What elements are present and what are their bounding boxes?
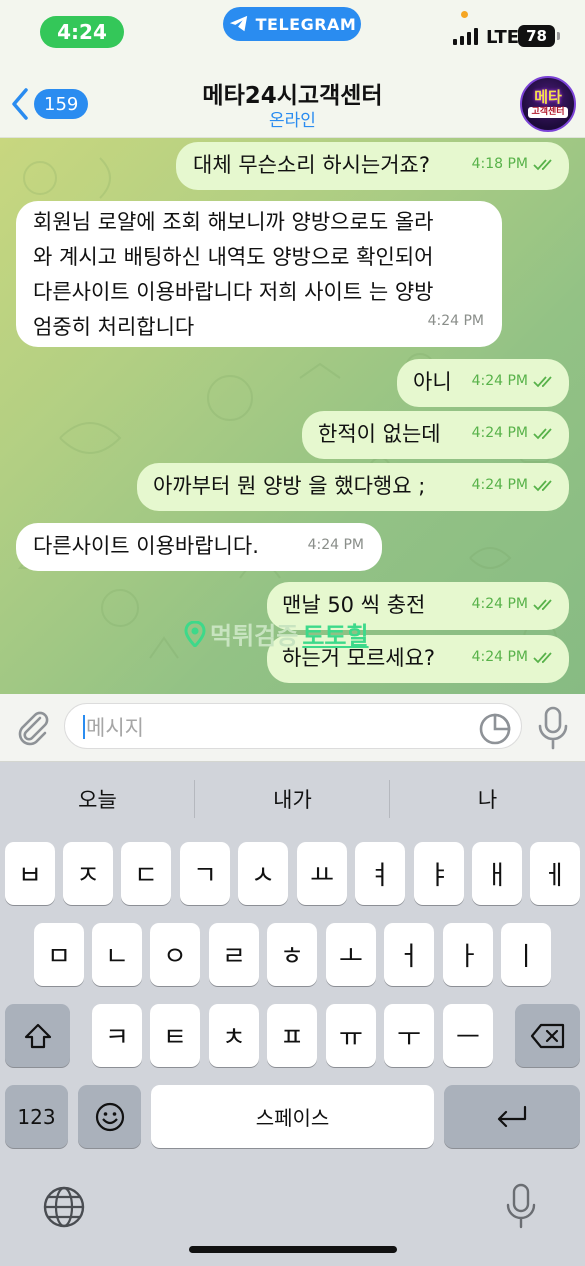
privacy-indicator-dot bbox=[461, 11, 468, 18]
key[interactable]: ㅔ bbox=[530, 842, 580, 905]
key[interactable]: ㅇ bbox=[150, 923, 200, 986]
double-check-icon bbox=[533, 479, 552, 491]
key[interactable]: ㅣ bbox=[501, 923, 551, 986]
double-check-icon bbox=[533, 427, 552, 439]
emoji-key[interactable] bbox=[78, 1085, 141, 1148]
watermark-text-1: 먹튀검증 bbox=[210, 622, 299, 650]
message-input-placeholder: 메시지 bbox=[86, 716, 144, 740]
key[interactable]: ㄷ bbox=[121, 842, 171, 905]
return-key[interactable] bbox=[444, 1085, 580, 1148]
key[interactable]: ㅍ bbox=[267, 1004, 317, 1067]
message-time: 4:24 PM bbox=[471, 649, 528, 665]
key[interactable]: ㅈ bbox=[63, 842, 113, 905]
suggestion-1[interactable]: 오늘 bbox=[0, 770, 195, 828]
network-type: LTE bbox=[486, 27, 520, 48]
emoji-icon bbox=[95, 1102, 124, 1131]
paperclip-icon[interactable] bbox=[12, 706, 52, 746]
return-arrow-icon bbox=[497, 1105, 527, 1127]
suggestion-2[interactable]: 내가 bbox=[195, 770, 390, 828]
message-bubble-incoming[interactable]: 다른사이트 이용바랍니다. 4:24 PM bbox=[16, 523, 382, 571]
message-meta: 4:24 PM bbox=[428, 304, 484, 339]
text-caret bbox=[83, 715, 85, 739]
key[interactable]: ㅐ bbox=[472, 842, 522, 905]
key[interactable]: ㅋ bbox=[92, 1004, 142, 1067]
avatar-line1: 메타 bbox=[534, 87, 562, 106]
message-meta: 4:24 PM bbox=[472, 587, 555, 622]
backspace-key[interactable] bbox=[515, 1004, 580, 1067]
shift-key[interactable] bbox=[5, 1004, 70, 1067]
key[interactable]: ㅁ bbox=[34, 923, 84, 986]
signal-bars-icon bbox=[453, 28, 478, 45]
message-bubble-outgoing[interactable]: 대체 무슨소리 하시는거죠? 4:18 PM bbox=[176, 142, 569, 190]
key[interactable]: ㄴ bbox=[92, 923, 142, 986]
space-key[interactable]: 스페이스 bbox=[151, 1085, 434, 1148]
message-bubble-incoming[interactable]: 회원님 로얄에 조회 해보니까 양방으로도 올라 와 계시고 배팅하신 내역도 … bbox=[16, 201, 502, 347]
key[interactable]: ㅓ bbox=[384, 923, 434, 986]
key[interactable]: ㅅ bbox=[238, 842, 288, 905]
key[interactable]: ㅂ bbox=[5, 842, 55, 905]
key[interactable]: ㅡ bbox=[443, 1004, 493, 1067]
key[interactable]: ㅎ bbox=[267, 923, 317, 986]
numbers-key[interactable]: 123 bbox=[5, 1085, 68, 1148]
key[interactable]: ㅜ bbox=[384, 1004, 434, 1067]
double-check-icon bbox=[533, 158, 552, 170]
sticker-icon[interactable] bbox=[478, 712, 512, 746]
message-bubble-outgoing[interactable]: 아까부터 뭔 양방 을 했다행요 ; 4:24 PM bbox=[137, 463, 569, 511]
chat-title[interactable]: 메타24시고객센터 bbox=[0, 76, 585, 110]
status-time: 4:24 bbox=[40, 16, 124, 48]
key[interactable]: ㄹ bbox=[209, 923, 259, 986]
key[interactable]: ㅗ bbox=[326, 923, 376, 986]
globe-icon[interactable] bbox=[42, 1185, 86, 1229]
chat-area[interactable]: 대체 무슨소리 하시는거죠? 4:18 PM 회원님 로얄에 조회 해보니까 양… bbox=[0, 138, 585, 694]
watermark-text-2: 토토힐 bbox=[302, 622, 369, 650]
message-time: 4:24 PM bbox=[307, 537, 364, 553]
message-bubble-outgoing[interactable]: 아니 4:24 PM bbox=[397, 359, 569, 407]
key[interactable]: ㅌ bbox=[150, 1004, 200, 1067]
message-time: 4:24 PM bbox=[471, 425, 528, 441]
key[interactable]: ㅛ bbox=[297, 842, 347, 905]
key[interactable]: ㄱ bbox=[180, 842, 230, 905]
telegram-pill-label: TELEGRAM bbox=[255, 14, 357, 34]
message-meta: 4:24 PM bbox=[472, 468, 555, 503]
message-meta: 4:24 PM bbox=[472, 416, 555, 451]
message-meta: 4:18 PM bbox=[472, 147, 555, 182]
message-bubble-outgoing[interactable]: 한적이 없는데 4:24 PM bbox=[302, 411, 569, 459]
double-check-icon bbox=[533, 375, 552, 387]
battery-nub bbox=[557, 32, 560, 40]
key[interactable]: ㅊ bbox=[209, 1004, 259, 1067]
message-time: 4:24 PM bbox=[471, 477, 528, 493]
microphone-icon[interactable] bbox=[536, 706, 570, 750]
telegram-pill[interactable]: TELEGRAM bbox=[223, 7, 361, 41]
shift-arrow-icon bbox=[24, 1023, 51, 1048]
home-indicator[interactable] bbox=[189, 1246, 397, 1253]
message-meta: 4:24 PM bbox=[472, 640, 555, 675]
key[interactable]: ㅏ bbox=[443, 923, 493, 986]
message-time: 4:18 PM bbox=[471, 156, 528, 172]
chat-status: 온라인 bbox=[269, 111, 316, 131]
message-input[interactable]: 메시지 bbox=[64, 703, 522, 749]
telegram-logo-icon bbox=[229, 15, 247, 32]
key[interactable]: ㅕ bbox=[355, 842, 405, 905]
top-bar: 4:24 TELEGRAM LTE 78 159 메타24시고객센터 온라인 메… bbox=[0, 0, 585, 138]
battery-icon: 78 bbox=[518, 25, 555, 47]
double-check-icon bbox=[533, 598, 552, 610]
backspace-icon bbox=[530, 1023, 564, 1048]
message-time: 4:24 PM bbox=[471, 373, 528, 389]
location-pin-icon bbox=[184, 620, 206, 647]
avatar-line2: 고객센터 bbox=[528, 106, 568, 119]
suggestion-3[interactable]: 나 bbox=[390, 770, 585, 828]
double-check-icon bbox=[533, 651, 552, 663]
key[interactable]: ㅑ bbox=[414, 842, 464, 905]
watermark: 먹튀검증 토토힐 bbox=[184, 616, 369, 651]
message-meta: 4:24 PM bbox=[472, 364, 555, 399]
dictation-microphone-icon[interactable] bbox=[505, 1183, 537, 1229]
message-meta: 4:24 PM bbox=[308, 528, 364, 563]
message-time: 4:24 PM bbox=[427, 313, 484, 329]
message-time: 4:24 PM bbox=[471, 596, 528, 612]
avatar[interactable]: 메타 고객센터 bbox=[520, 76, 576, 132]
key[interactable]: ㅠ bbox=[326, 1004, 376, 1067]
